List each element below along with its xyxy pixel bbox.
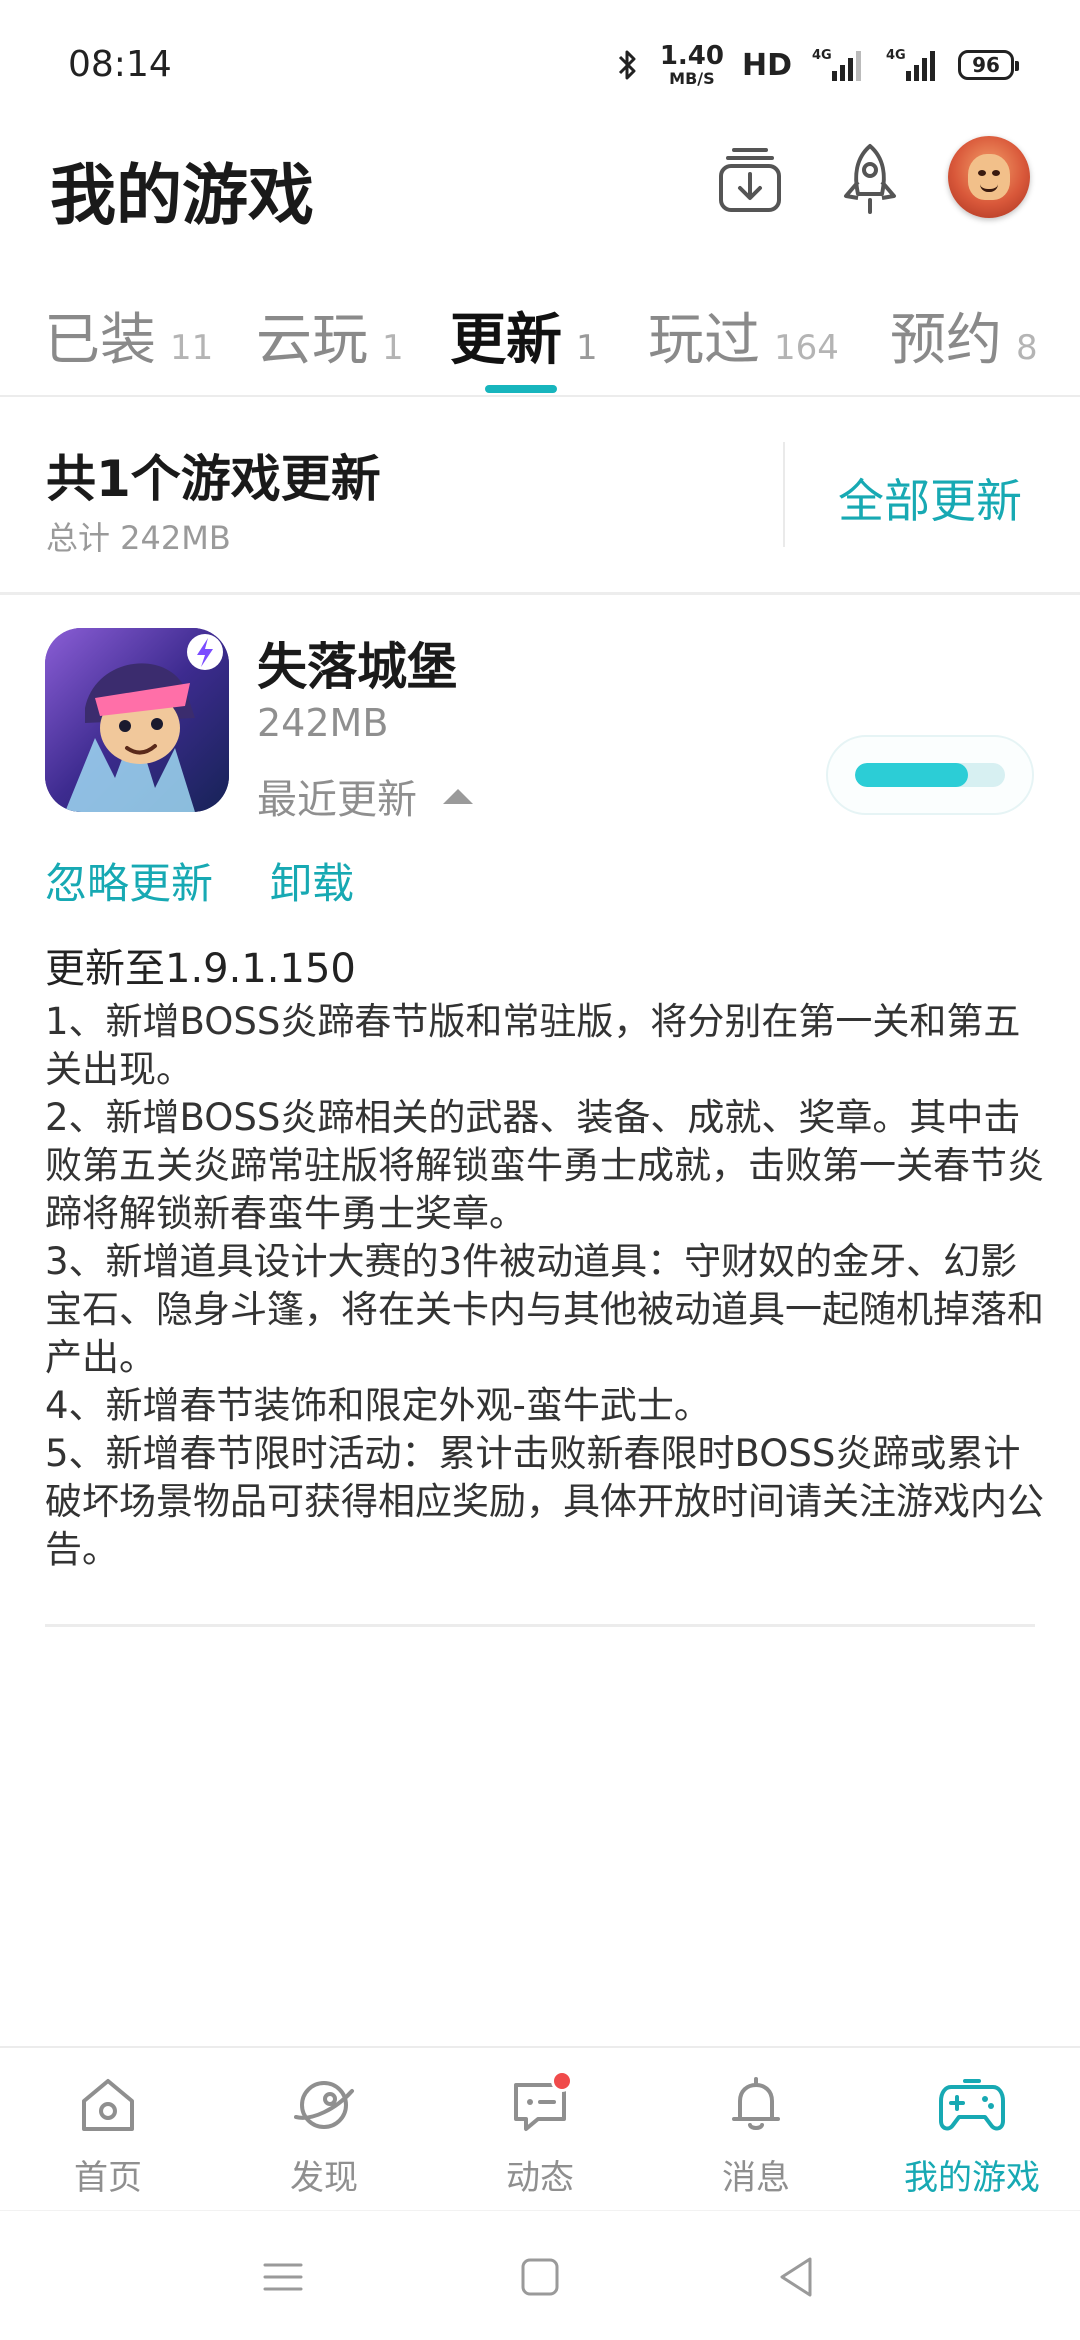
divider: [45, 1624, 1035, 1627]
update-version: 更新至1.9.1.150: [45, 946, 356, 992]
tab-label: 云玩: [256, 308, 368, 373]
nav-label: 我的游戏: [904, 2158, 1040, 2198]
discover-icon: [289, 2070, 359, 2140]
net-speed-unit: MB/S: [669, 69, 715, 88]
avatar-eye: [978, 170, 986, 176]
tab-count: 1: [576, 328, 598, 368]
hd-label: HD: [741, 47, 792, 83]
progress-fill: [855, 763, 968, 787]
chat-icon: [505, 2070, 575, 2140]
summary-title: 共1个游戏更新: [46, 450, 381, 508]
tab-bar: 已装 11 云玩 1 更新 1 玩过 164 预约 8: [0, 285, 1080, 395]
status-indicators: 1.40 MB/S HD 4G 4G 96: [614, 40, 1019, 90]
page-title: 我的游戏: [50, 157, 314, 234]
tab-label: 更新: [450, 308, 562, 373]
summary-total-size: 总计 242MB: [46, 519, 231, 557]
nav-label: 首页: [74, 2158, 142, 2198]
tab-label: 已装: [44, 308, 156, 373]
tab-label: 预约: [890, 308, 1002, 373]
tab-played[interactable]: 玩过 164: [648, 295, 839, 376]
nav-label: 消息: [722, 2158, 790, 2198]
signal-4g-icon: 4G: [884, 45, 940, 85]
tab-count: 11: [170, 328, 214, 368]
tab-count: 164: [774, 328, 839, 368]
gamepad-icon: [937, 2070, 1007, 2140]
status-bar: 08:14 1.40 MB/S HD 4G 4G 96: [0, 0, 1080, 130]
avatar[interactable]: [948, 136, 1030, 218]
chevron-up-icon: [443, 788, 473, 804]
system-nav-bar: [0, 2210, 1080, 2340]
rocket-icon[interactable]: [830, 140, 910, 220]
game-icon[interactable]: [45, 628, 229, 812]
update-all-button[interactable]: 全部更新: [838, 465, 1022, 531]
ignore-update-button[interactable]: 忽略更新: [45, 850, 213, 911]
signal-4g-icon: 4G: [810, 45, 866, 85]
battery-level: 96: [972, 53, 1000, 77]
update-notes: 更新至1.9.1.150 1、新增BOSS炎蹄春节版和常驻版，将分别在第一关和第…: [45, 940, 1045, 1574]
nav-label: 发现: [290, 2158, 358, 2198]
tab-count: 1: [382, 328, 404, 368]
nav-discover[interactable]: 发现: [239, 2070, 409, 2199]
bluetooth-icon: [614, 47, 642, 83]
menu-icon[interactable]: [253, 2247, 313, 2307]
tab-updates[interactable]: 更新 1: [450, 295, 598, 376]
tab-label: 玩过: [648, 308, 760, 373]
game-name: 失落城堡: [257, 638, 457, 696]
recent-update-label: 最近更新: [257, 777, 417, 823]
tab-active-indicator: [485, 385, 557, 393]
game-size: 242MB: [257, 701, 389, 745]
status-time: 08:14: [68, 44, 172, 85]
update-progress-button[interactable]: [826, 735, 1034, 815]
home-square-icon[interactable]: [510, 2247, 570, 2307]
svg-text:4G: 4G: [812, 48, 832, 63]
net-speed-value: 1.40: [659, 41, 724, 71]
tab-reserved[interactable]: 预约 8: [890, 295, 1038, 376]
tab-installed[interactable]: 已装 11: [44, 295, 213, 376]
recent-update-toggle[interactable]: 最近更新: [257, 767, 473, 825]
nav-label: 动态: [506, 2158, 574, 2198]
divider: [783, 442, 785, 547]
nav-home[interactable]: 首页: [23, 2070, 193, 2199]
home-icon: [73, 2070, 143, 2140]
nav-my-games[interactable]: 我的游戏: [887, 2070, 1057, 2199]
avatar-eye: [992, 170, 1000, 176]
svg-text:4G: 4G: [886, 48, 906, 63]
download-icon[interactable]: [710, 140, 790, 220]
update-summary: 共1个游戏更新 总计 242MB 全部更新: [0, 397, 1080, 592]
bell-icon: [721, 2070, 791, 2140]
net-speed: 1.40 MB/S: [660, 43, 724, 87]
uninstall-button[interactable]: 卸载: [270, 850, 354, 911]
back-icon[interactable]: [766, 2247, 826, 2307]
notification-badge: [551, 2070, 573, 2092]
nav-messages[interactable]: 消息: [671, 2070, 841, 2199]
divider: [0, 592, 1080, 595]
header: 我的游戏: [0, 130, 1080, 240]
tab-cloud-play[interactable]: 云玩 1: [256, 295, 404, 376]
avatar-face: [968, 154, 1010, 200]
nav-feed[interactable]: 动态: [455, 2070, 625, 2199]
tab-count: 8: [1016, 328, 1038, 368]
update-notes-body: 1、新增BOSS炎蹄春节版和常驻版，将分别在第一关和第五关出现。 2、新增BOS…: [45, 1000, 1044, 1571]
battery-indicator: 96: [958, 50, 1019, 80]
bottom-nav: 首页 发现 动态 消息 我的游戏: [0, 2046, 1080, 2210]
progress-track: [855, 763, 1005, 787]
